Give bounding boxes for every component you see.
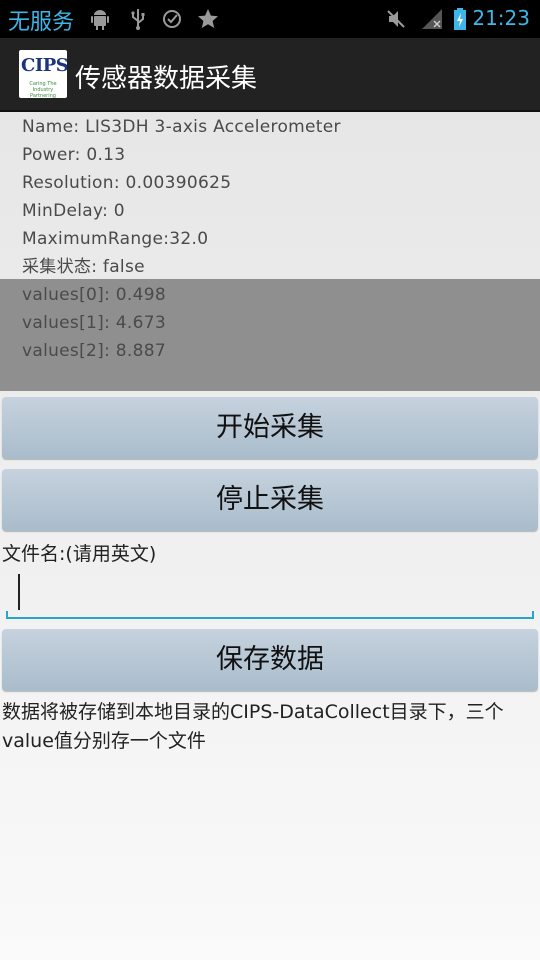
- logo-subtext: Caring The Industry Partnering Society: [29, 81, 57, 98]
- sensor-min-delay: MinDelay: 0: [22, 201, 125, 221]
- usb-icon: [131, 9, 145, 30]
- input-underline: [6, 611, 534, 619]
- no-signal-icon: [422, 9, 442, 29]
- start-collect-button[interactable]: 开始采集: [2, 397, 538, 459]
- action-bar: CIPS Caring The Industry Partnering Soci…: [0, 38, 540, 112]
- sync-failed-icon: [163, 10, 181, 28]
- app-logo[interactable]: CIPS Caring The Industry Partnering Soci…: [19, 50, 67, 98]
- filename-field-wrap: [6, 562, 534, 619]
- android-debug-icon: [91, 10, 109, 30]
- text-cursor: [18, 574, 20, 610]
- value-x: values[0]: 0.498: [22, 285, 166, 305]
- app-title: 传感器数据采集: [75, 64, 258, 94]
- filename-input[interactable]: [6, 562, 534, 614]
- storage-note: 数据将被存储到本地目录的CIPS-DataCollect目录下，三个value值…: [2, 701, 504, 752]
- mute-icon: [387, 10, 405, 28]
- sensor-name: Name: LIS3DH 3-axis Accelerometer: [22, 117, 341, 137]
- sensor-info: Name: LIS3DH 3-axis Accelerometer Power:…: [22, 113, 522, 365]
- value-z: values[2]: 8.887: [22, 341, 166, 361]
- sensor-max-range: MaximumRange:32.0: [22, 229, 209, 249]
- star-icon: [198, 9, 218, 28]
- carrier-label: 无服务: [8, 10, 75, 35]
- sensor-power: Power: 0.13: [22, 145, 126, 165]
- clock: 21:23: [472, 6, 530, 30]
- battery-charging-icon: [454, 8, 466, 30]
- save-data-button[interactable]: 保存数据: [2, 629, 538, 691]
- status-bar: 无服务 21:23: [0, 0, 540, 38]
- collect-status: 采集状态: false: [22, 257, 145, 277]
- value-y: values[1]: 4.673: [22, 313, 166, 333]
- sensor-resolution: Resolution: 0.00390625: [22, 173, 232, 193]
- logo-text: CIPS: [21, 55, 67, 76]
- stop-collect-button[interactable]: 停止采集: [2, 469, 538, 531]
